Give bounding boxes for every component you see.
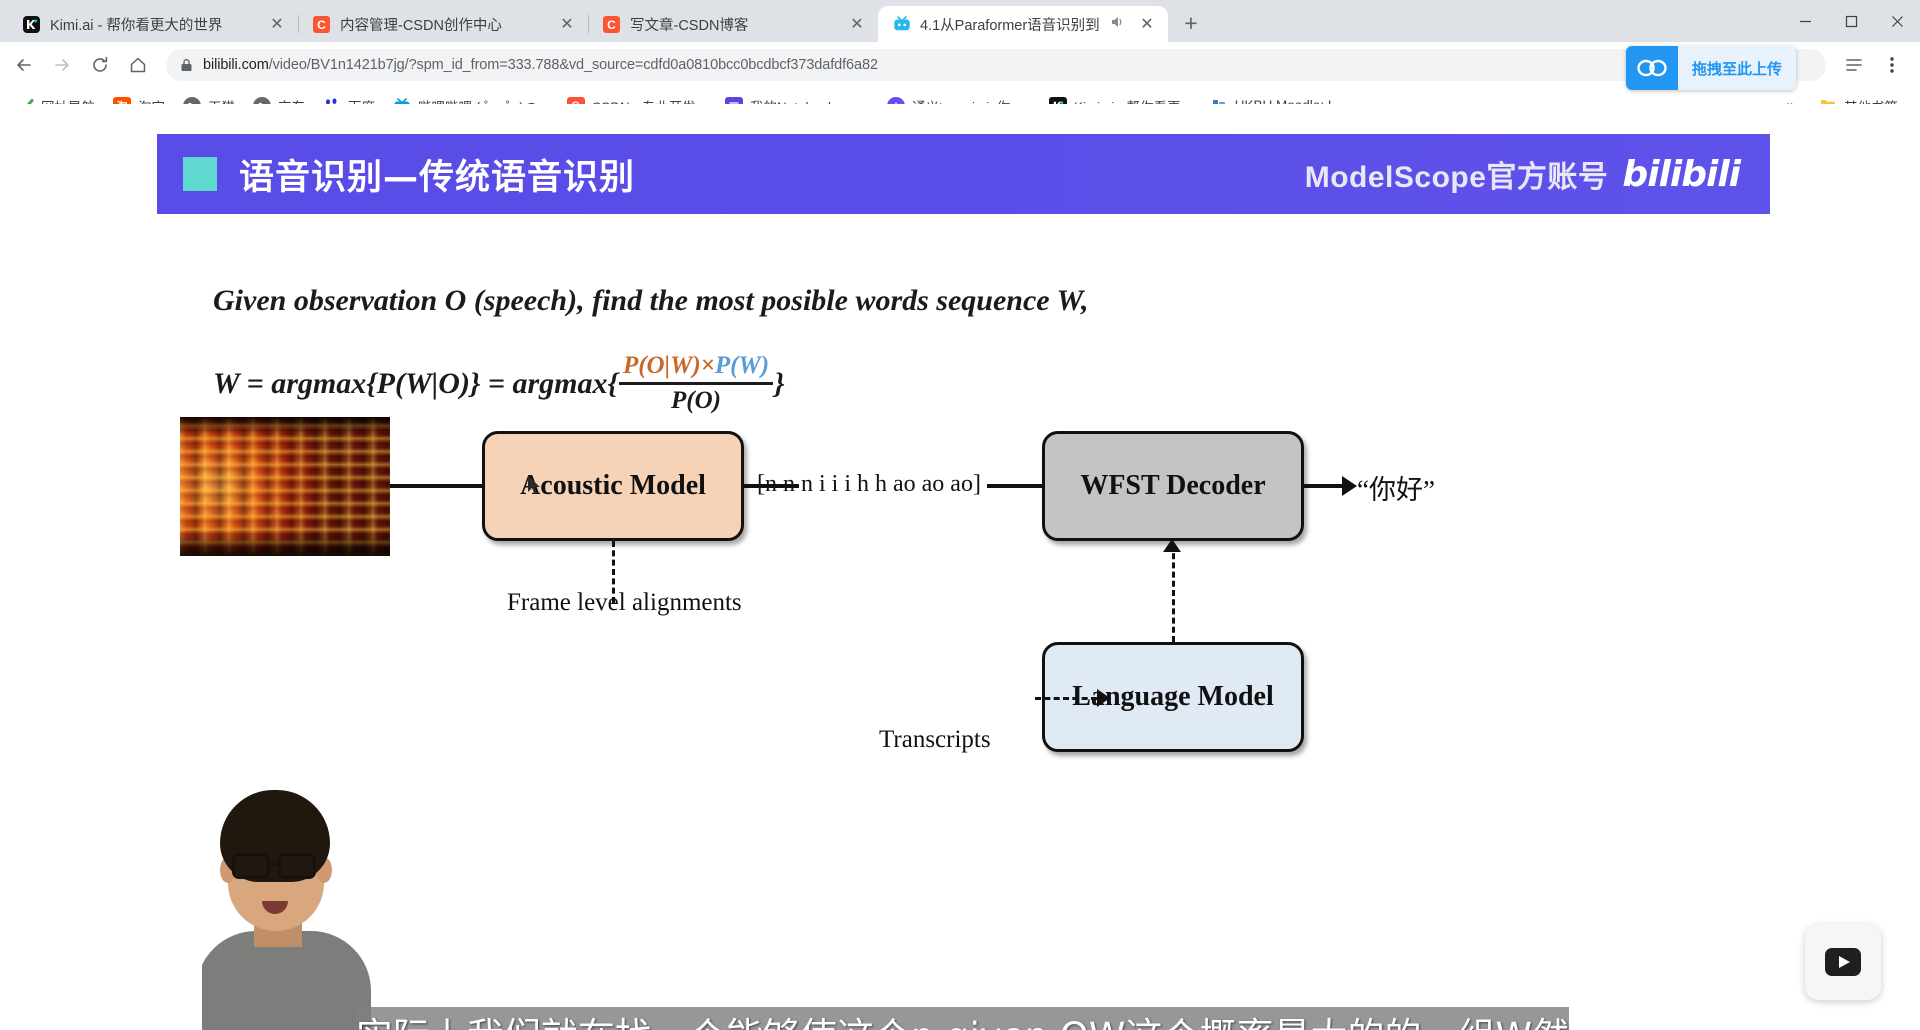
tab-close-button[interactable]: ✕	[556, 13, 578, 35]
formula-statement: Given observation O (speech), find the m…	[213, 284, 1089, 317]
formula-rhs: }	[774, 366, 785, 400]
kimi-icon	[22, 15, 41, 34]
tab-title: 4.1从Paraformer语音识别到	[920, 17, 1100, 34]
video-player[interactable]: 语音识别—传统语音识别 ModelScope官方账号 bilibili Give…	[0, 104, 1920, 1030]
acoustic-model-box: Acoustic Model	[482, 431, 744, 541]
presenter-glasses-right	[278, 853, 316, 879]
tab-strip: Kimi.ai - 帮你看更大的世界 ✕ C 内容管理-CSDN创作中心 ✕ C…	[0, 0, 1920, 42]
arrowhead-lm-to-wfst	[1163, 539, 1181, 552]
svg-text:C: C	[317, 18, 326, 32]
edge-wfst-to-output	[1304, 484, 1346, 488]
phone-sequence-label: [n n n i i i h h ao ao ao]	[757, 471, 981, 497]
frame-alignments-label: Frame level alignments	[507, 589, 742, 616]
csdn-icon: C	[602, 15, 621, 34]
formula-numerator-left: P(O|W)	[622, 352, 701, 379]
home-button[interactable]	[120, 47, 156, 83]
browser-tab-1[interactable]: Kimi.ai - 帮你看更大的世界 ✕	[8, 6, 298, 42]
tab-title: 内容管理-CSDN创作中心	[340, 17, 502, 34]
formula-denominator: P(O)	[671, 387, 721, 414]
address-bar[interactable]: bilibili.com/video/BV1n1421b7jg/?spm_id_…	[166, 49, 1826, 81]
tab-audio-icon[interactable]	[1109, 14, 1127, 34]
bilibili-icon	[892, 15, 911, 34]
edge-phones-to-wfst	[987, 484, 1042, 488]
formula-fraction: P(O|W)×P(W) P(O)	[618, 352, 774, 415]
slide-header-square-icon	[183, 157, 217, 191]
formula-lhs: W = argmax{P(W|O)} = argmax{	[213, 366, 618, 400]
url-path: /video/BV1n1421b7jg/?spm_id_from=333.788…	[268, 57, 878, 73]
formula-numerator: P(O|W)×P(W)	[619, 352, 773, 382]
spectrogram-image	[180, 417, 390, 556]
lock-icon	[180, 58, 193, 72]
forward-button[interactable]	[44, 47, 80, 83]
reload-button[interactable]	[82, 47, 118, 83]
slide-header: 语音识别—传统语音识别 ModelScope官方账号 bilibili	[157, 134, 1770, 214]
edge-spectrogram-to-acoustic	[390, 484, 482, 488]
formula-times-symbol: ×	[700, 352, 715, 379]
output-text-label: “你好”	[1357, 475, 1435, 505]
formula-numerator-right: P(W)	[714, 352, 770, 379]
tab-close-button[interactable]: ✕	[846, 13, 868, 35]
slide-title: 语音识别—传统语音识别	[239, 157, 636, 198]
close-window-button[interactable]	[1874, 0, 1920, 42]
tab-close-button[interactable]: ✕	[266, 13, 288, 35]
play-rectangle-icon	[1825, 948, 1861, 976]
acoustic-model-label: Acoustic Model	[520, 470, 706, 501]
slide-brand-text: ModelScope官方账号	[1304, 161, 1609, 194]
presenter-camera	[202, 785, 407, 1030]
back-button[interactable]	[6, 47, 42, 83]
presenter-glasses-bridge	[270, 863, 278, 866]
cloud-upload-icon	[1625, 46, 1678, 90]
upload-drop-pill[interactable]: 拖拽至此上传	[1625, 46, 1796, 90]
browser-menu-button[interactable]	[1874, 47, 1910, 83]
dashed-transcripts-to-lm	[1035, 697, 1097, 700]
picture-in-picture-button[interactable]	[1805, 924, 1881, 1000]
subtitle-line-1: 实际上我们就在找一个能够使这个p given OW这个概率最大的的一组W然	[356, 1013, 1569, 1030]
slide-header-brand-area: ModelScope官方账号 bilibili	[1304, 152, 1741, 196]
csdn-icon: C	[312, 15, 331, 34]
tab-close-button[interactable]: ✕	[1136, 13, 1158, 35]
subtitle-overlay: 实际上我们就在找一个能够使这个p given OW这个概率最大的的一组W然 后使…	[356, 1007, 1569, 1030]
browser-tab-2[interactable]: C 内容管理-CSDN创作中心 ✕	[298, 6, 588, 42]
page-content: 语音识别—传统语音识别 ModelScope官方账号 bilibili Give…	[0, 104, 1920, 1030]
transcripts-label: Transcripts	[879, 726, 991, 753]
tab-title: Kimi.ai - 帮你看更大的世界	[50, 17, 223, 34]
url-domain: bilibili.com	[203, 57, 269, 73]
browser-tab-4-active[interactable]: 4.1从Paraformer语音识别到 ✕	[878, 6, 1168, 42]
presenter-glasses-left	[232, 853, 270, 879]
browser-window: Kimi.ai - 帮你看更大的世界 ✕ C 内容管理-CSDN创作中心 ✕ C…	[0, 0, 1920, 1030]
dashed-lm-to-wfst	[1172, 544, 1175, 642]
arrowhead-transcripts	[1097, 689, 1110, 707]
svg-text:C: C	[607, 18, 616, 32]
reading-list-button[interactable]	[1836, 47, 1872, 83]
address-bar-url: bilibili.com/video/BV1n1421b7jg/?spm_id_…	[203, 57, 878, 73]
toolbar-right-actions	[1836, 47, 1910, 83]
bilibili-logo: bilibili	[1622, 153, 1741, 195]
upload-pill-label: 拖拽至此上传	[1691, 60, 1782, 78]
browser-tab-3[interactable]: C 写文章-CSDN博客 ✕	[588, 6, 878, 42]
window-controls	[1782, 0, 1920, 42]
wfst-decoder-box: WFST Decoder	[1042, 431, 1304, 541]
arrowhead-output	[1342, 476, 1357, 496]
tab-title: 写文章-CSDN博客	[630, 17, 749, 34]
maximize-button[interactable]	[1828, 0, 1874, 42]
formula-equation: W = argmax{P(W|O)} = argmax{ P(O|W)×P(W)…	[213, 352, 785, 415]
wfst-decoder-label: WFST Decoder	[1080, 470, 1266, 501]
new-tab-button[interactable]: +	[1174, 6, 1208, 40]
minimize-button[interactable]	[1782, 0, 1828, 42]
